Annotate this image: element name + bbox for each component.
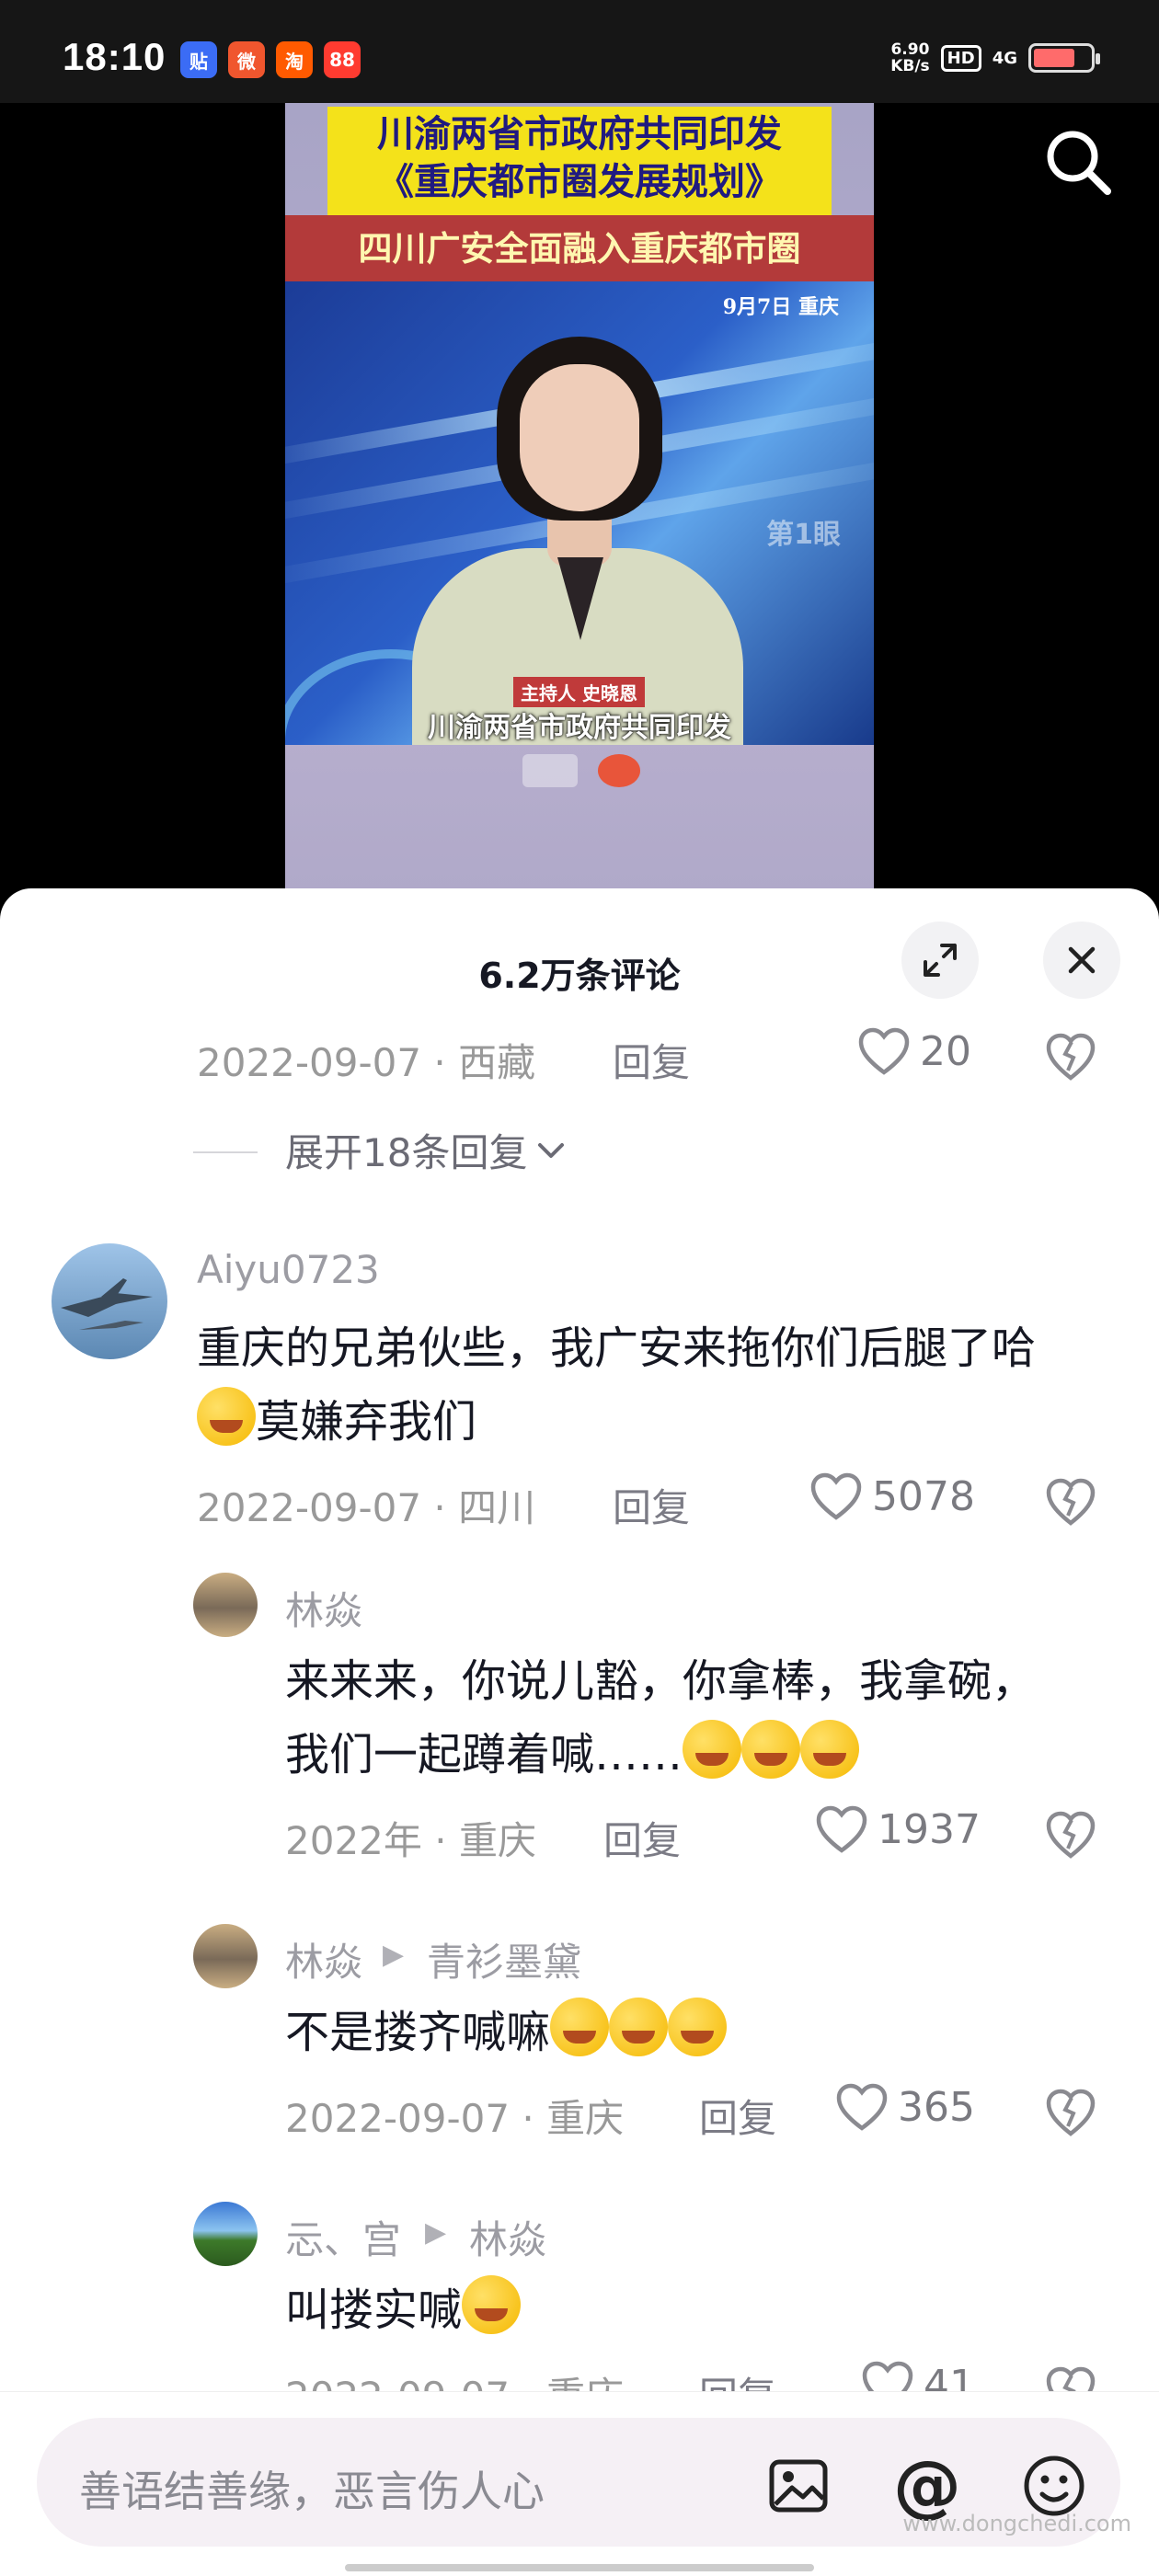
anchor-name-tag: 主持人 史晓恩 (513, 677, 645, 707)
comment-username[interactable]: Aiyu0723 (197, 1247, 380, 1292)
search-icon[interactable] (1038, 121, 1120, 204)
comment-meta: 2022-09-07 · 重庆 (285, 2096, 625, 2141)
status-indicators: 6.90 KB/s HD 4G (890, 37, 1100, 79)
comment-input-bar: 善语结善缘，恶言伤人心 @ (0, 2391, 1159, 2576)
comment-text-line-2: 莫嫌弃我们 (256, 1396, 477, 1448)
rofl-emoji (609, 1998, 669, 2056)
dislike-icon[interactable] (1045, 1808, 1096, 1860)
dislike-icon[interactable] (1045, 1030, 1096, 1082)
pleading-emoji (683, 1720, 742, 1779)
reply-button[interactable]: 回复 (613, 1477, 690, 1533)
heart-icon (810, 1472, 862, 1520)
comment-text: 来来来，你说儿豁，你拿棒，我拿碗， 我们一起蹲着喊…… (285, 1644, 1036, 1792)
comment-text-line-1: 重庆的兄弟伙些，我广安来拖你们后腿了哈 (197, 1322, 1037, 1374)
mention-icon[interactable]: @ (893, 2452, 961, 2520)
reply-arrow-icon: ▶ (425, 2216, 447, 2249)
comments-count-title: 6.2万条评论 (478, 956, 681, 996)
video-subhead: 四川广安全面融入重庆都市圈 (285, 215, 874, 281)
comment-username[interactable]: 林焱 (285, 1931, 362, 1987)
rofl-emoji (550, 1998, 610, 2056)
comment-meta: 2022-09-07 · 四川 (197, 1485, 536, 1530)
chevron-down-icon (538, 1142, 565, 1158)
like-count: 1937 (878, 1805, 981, 1853)
video-frame: 川渝两省市政府共同印发 《重庆都市圈发展规划》 四川广安全面融入重庆都市圈 9月… (285, 103, 874, 894)
video-player[interactable]: 川渝两省市政府共同印发 《重庆都市圈发展规划》 四川广安全面融入重庆都市圈 9月… (0, 103, 1159, 894)
like-button[interactable]: 1937 (815, 1804, 981, 1854)
comment-meta: 2022年 · 重庆 (285, 1818, 536, 1863)
comments-sheet: 6.2万条评论 2022-09-07 · 西藏 回复 20 展开18条回复 Ai… (0, 888, 1159, 2575)
reply-arrow-icon: ▶ (383, 1939, 405, 1971)
taobao-icon: 淘 (276, 41, 313, 78)
rofl-emoji (462, 2275, 522, 2334)
video-headline: 川渝两省市政府共同印发 《重庆都市圈发展规划》 (327, 110, 832, 206)
broadcaster-logos (522, 754, 640, 787)
dislike-icon[interactable] (1045, 2086, 1096, 2137)
like-count: 365 (898, 2083, 975, 2131)
comment-username[interactable]: 忈、宫 (285, 2209, 401, 2265)
channel-watermark: 第1眼 (766, 519, 841, 551)
heart-icon (858, 1027, 910, 1075)
like-button[interactable]: 5078 (809, 1471, 975, 1521)
battery-icon (1028, 43, 1100, 73)
comment-text: 重庆的兄弟伙些，我广安来拖你们后腿了哈 莫嫌弃我们 (197, 1311, 1036, 1459)
tieba-icon: 贴 (180, 41, 217, 78)
subhead-text: 四川广安全面融入重庆都市圈 (358, 228, 801, 269)
rofl-emoji (668, 1998, 728, 2056)
status-time: 18:10 (63, 35, 166, 78)
hd-icon: HD (940, 44, 981, 72)
reply-button[interactable]: 回复 (699, 2088, 776, 2144)
status-bar: 18:10 贴 微 淘 88 6.90 KB/s HD 4G (0, 0, 1159, 103)
expand-replies-button[interactable]: 展开18条回复 (285, 1122, 569, 1178)
like-button[interactable]: 365 (835, 2082, 975, 2132)
expand-replies-label: 展开18条回复 (285, 1130, 528, 1175)
heart-icon (816, 1805, 867, 1853)
headline-line-2: 《重庆都市圈发展规划》 (377, 160, 782, 203)
comment-meta: 2022-09-07 · 西藏 (197, 1040, 536, 1085)
like-button[interactable]: 20 (857, 1026, 971, 1076)
net-speed-unit: KB/s (890, 57, 930, 75)
weibo-icon: 微 (228, 41, 265, 78)
video-caption: 川渝两省市政府共同印发 (428, 712, 731, 744)
like-count: 5078 (872, 1472, 975, 1520)
pleading-emoji (800, 1720, 860, 1779)
news-studio-scene: 9月7日 重庆 第1眼 主持人 史晓恩 川渝两省市政府共同印发 (285, 281, 874, 745)
site-watermark: www.dongchedi.com (902, 2511, 1131, 2536)
reply-button[interactable]: 回复 (613, 1032, 690, 1088)
avatar[interactable] (193, 1924, 258, 1988)
reply-to-username[interactable]: 青衫墨黛 (427, 1931, 581, 1987)
like-count: 20 (920, 1027, 971, 1075)
comment-text-line-1: 不是搂齐喊嘛 (285, 2007, 551, 2058)
comment-text: 叫搂实喊 (285, 2273, 522, 2347)
avatar[interactable] (193, 2202, 258, 2266)
reply-to-username[interactable]: 林焱 (469, 2209, 546, 2265)
dateline: 9月7日 重庆 (722, 295, 839, 319)
laugh-cry-emoji (197, 1387, 256, 1446)
reply-button[interactable]: 回复 (603, 1810, 681, 1866)
headline-line-1: 川渝两省市政府共同印发 (377, 112, 782, 155)
comment-input-placeholder: 善语结善缘，恶言伤人心 (79, 2467, 545, 2516)
signal-icon: 4G (992, 48, 1017, 68)
expand-fullscreen-icon[interactable] (901, 922, 979, 999)
image-icon[interactable] (765, 2453, 832, 2519)
avatar[interactable] (52, 1243, 167, 1359)
heart-icon (836, 2083, 888, 2131)
comment-text-line-2: 我们一起蹲着喊…… (285, 1729, 683, 1780)
pleading-emoji (741, 1720, 801, 1779)
comment-text-line-1: 叫搂实喊 (285, 2284, 463, 2336)
net-speed: 6.90 KB/s (890, 41, 929, 74)
divider-line (193, 1151, 258, 1153)
comment-username[interactable]: 林焱 (285, 1580, 362, 1636)
comment-text-line-1: 来来来，你说儿豁，你拿棒，我拿碗， (285, 1655, 1037, 1707)
home-indicator[interactable] (345, 2564, 814, 2571)
avatar[interactable] (193, 1573, 258, 1637)
app-icon: 88 (324, 41, 361, 78)
close-icon[interactable] (1043, 922, 1120, 999)
dislike-icon[interactable] (1045, 1475, 1096, 1527)
emoji-icon[interactable] (1021, 2453, 1087, 2519)
comment-text: 不是搂齐喊嘛 (285, 1996, 728, 2069)
net-speed-value: 6.90 (890, 40, 930, 59)
